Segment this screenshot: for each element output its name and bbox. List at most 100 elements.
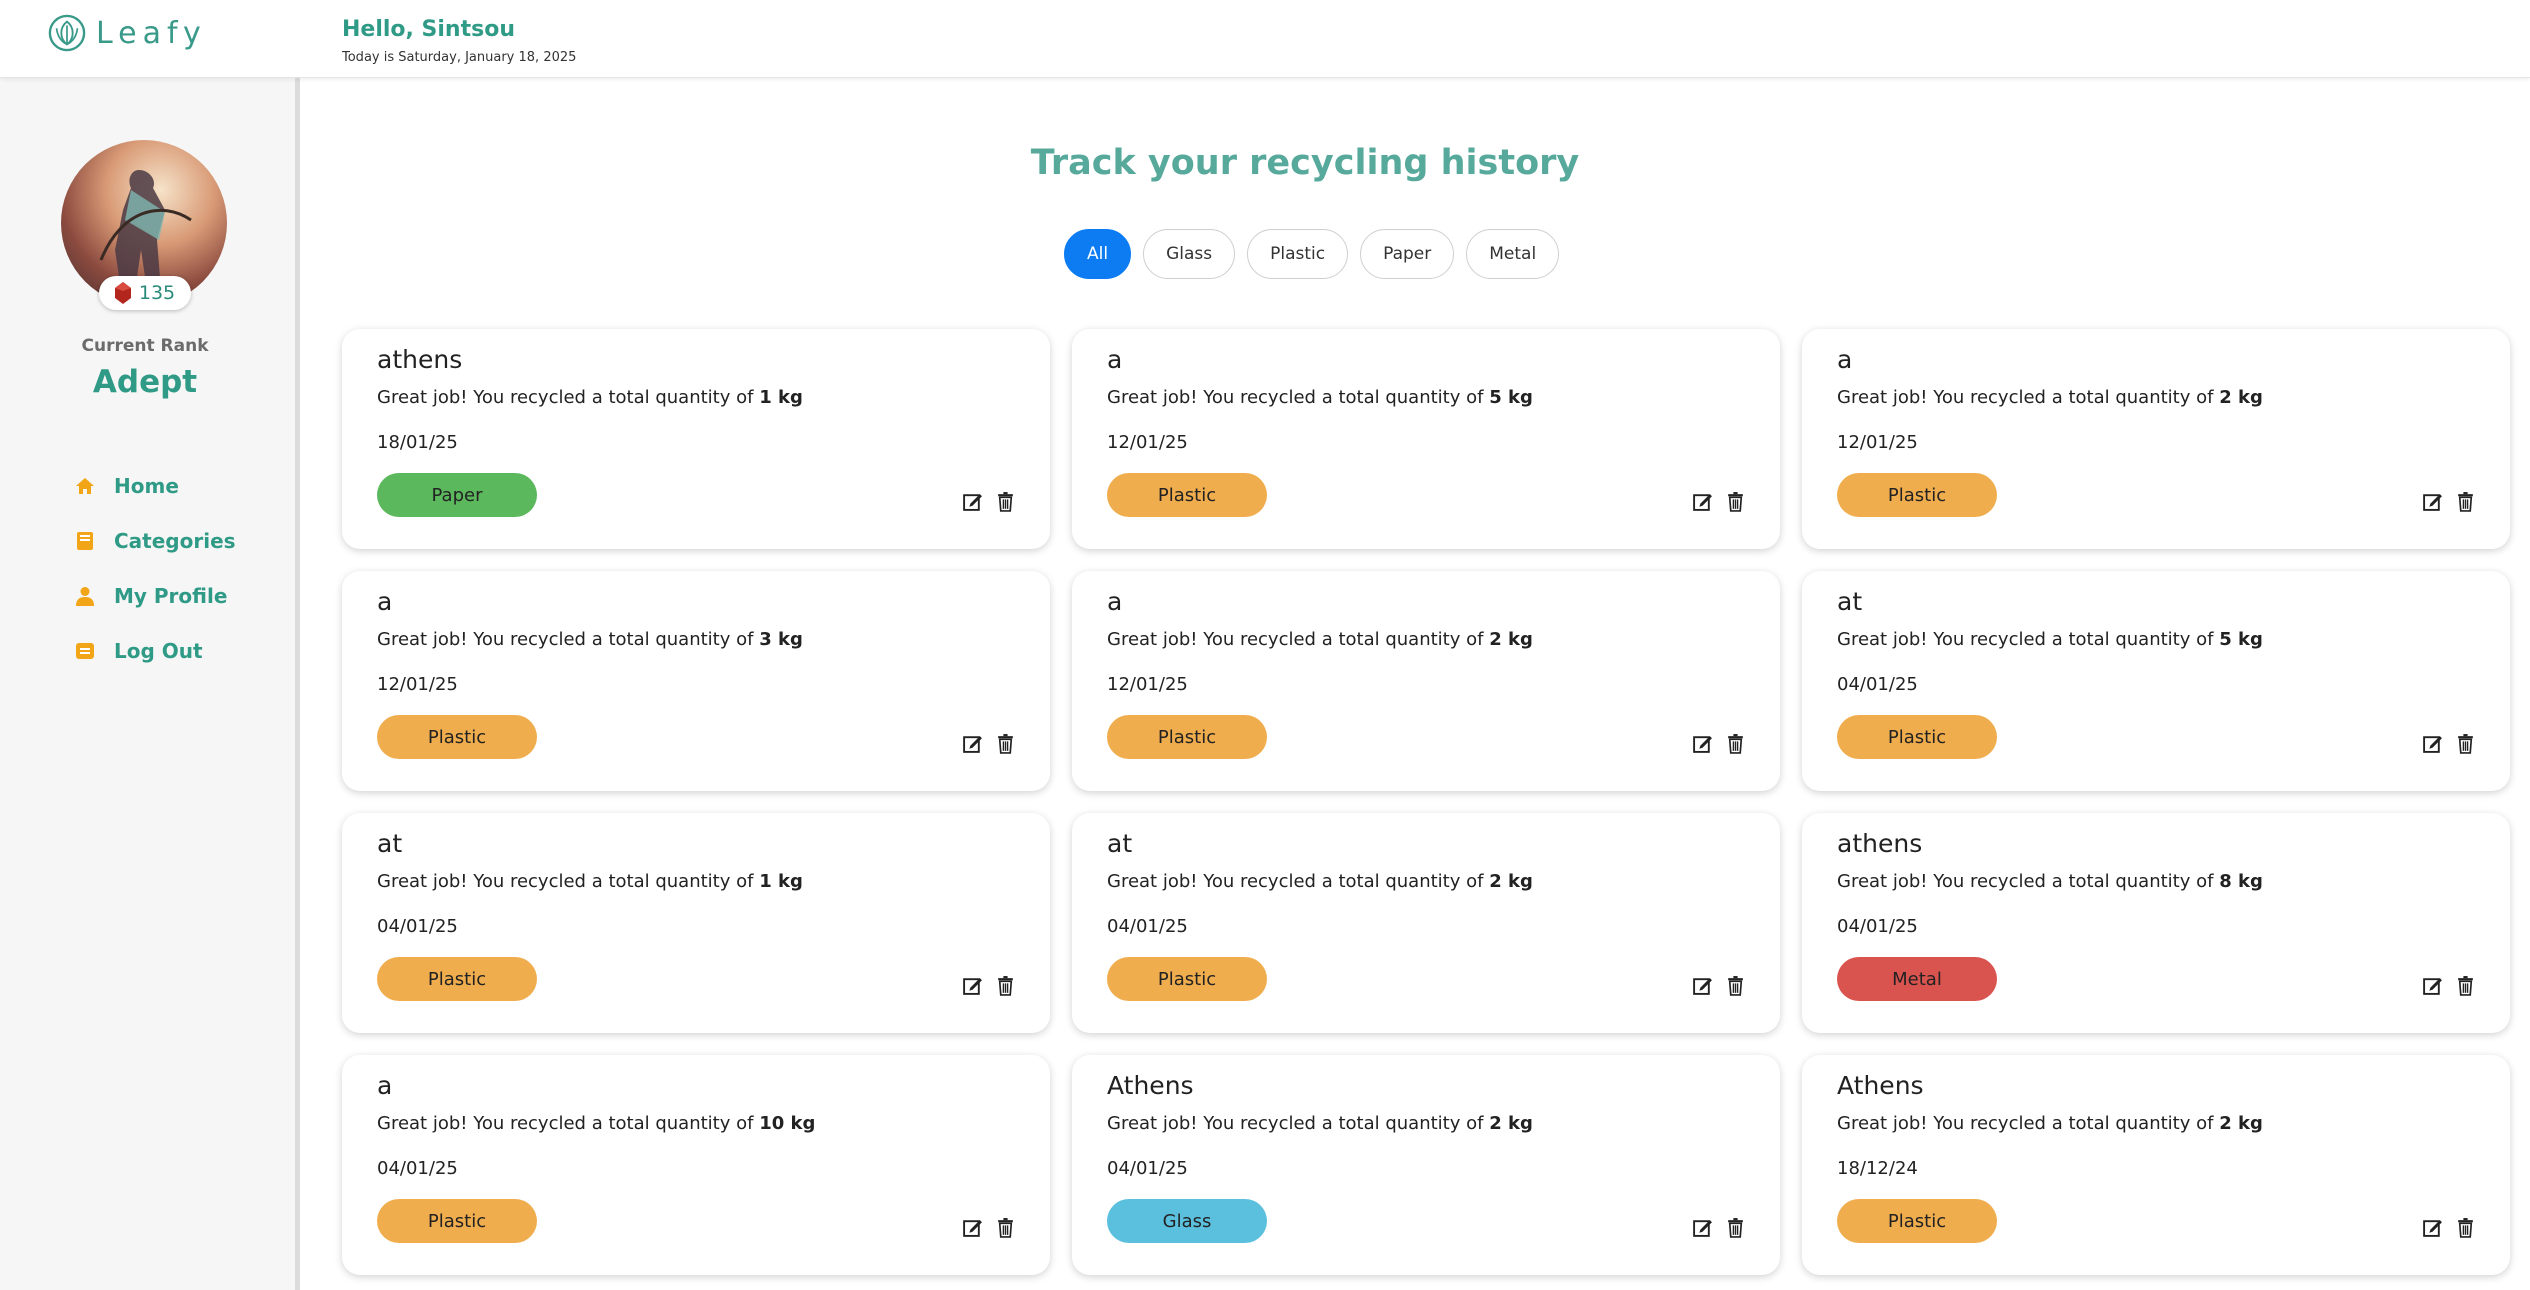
trash-icon[interactable] xyxy=(2455,491,2476,512)
sidebar-item-categories[interactable]: Categories xyxy=(74,513,236,568)
card-date: 04/01/25 xyxy=(1837,916,1918,937)
card-title: a xyxy=(1107,587,1123,616)
filter-metal-button[interactable]: Metal xyxy=(1466,229,1560,279)
rank-value: Adept xyxy=(92,364,198,400)
trash-icon[interactable] xyxy=(995,733,1016,754)
page-title: Track your recycling history xyxy=(1030,143,1580,183)
edit-icon[interactable] xyxy=(1692,1217,1713,1238)
card-actions xyxy=(962,1217,1016,1238)
sidebar-item-my-profile[interactable]: My Profile xyxy=(74,568,236,623)
card-message-text: Great job! You recycled a total quantity… xyxy=(1107,387,1484,408)
card-message-text: Great job! You recycled a total quantity… xyxy=(1837,871,2214,892)
trash-icon[interactable] xyxy=(2455,733,2476,754)
card-message: Great job! You recycled a total quantity… xyxy=(1837,629,2263,650)
card-actions xyxy=(962,975,1016,996)
card-message-text: Great job! You recycled a total quantity… xyxy=(1837,1113,2214,1134)
card-date: 12/01/25 xyxy=(1837,432,1918,453)
card-quantity: 10 kg xyxy=(759,1113,816,1134)
category-tag: Plastic xyxy=(1837,473,1997,517)
category-tag: Metal xyxy=(1837,957,1997,1001)
category-tag: Plastic xyxy=(377,715,537,759)
trash-icon[interactable] xyxy=(1725,1217,1746,1238)
card-quantity: 5 kg xyxy=(2219,629,2263,650)
card-actions xyxy=(2422,975,2476,996)
card-title: Athens xyxy=(1107,1071,1194,1100)
card-message: Great job! You recycled a total quantity… xyxy=(377,1113,815,1134)
leaf-logo-icon xyxy=(48,14,86,52)
edit-icon[interactable] xyxy=(2422,733,2443,754)
edit-icon[interactable] xyxy=(2422,975,2443,996)
category-tag: Plastic xyxy=(1107,473,1267,517)
edit-icon[interactable] xyxy=(1692,733,1713,754)
card-message-text: Great job! You recycled a total quantity… xyxy=(377,629,754,650)
card-message: Great job! You recycled a total quantity… xyxy=(1107,387,1533,408)
filter-all-button[interactable]: All xyxy=(1064,229,1132,279)
card-date: 04/01/25 xyxy=(1837,674,1918,695)
edit-icon[interactable] xyxy=(962,733,983,754)
category-tag: Paper xyxy=(377,473,537,517)
card-title: athens xyxy=(1837,829,1923,858)
card-quantity: 3 kg xyxy=(759,629,803,650)
sidebar: 135 Current Rank Adept Home Categories M… xyxy=(0,78,300,1290)
history-card: Athens Great job! You recycled a total q… xyxy=(1072,1055,1780,1275)
edit-icon[interactable] xyxy=(962,1217,983,1238)
category-tag: Plastic xyxy=(1837,715,1997,759)
card-message-text: Great job! You recycled a total quantity… xyxy=(377,871,754,892)
filter-paper-button[interactable]: Paper xyxy=(1360,229,1455,279)
card-quantity: 1 kg xyxy=(759,871,803,892)
sidebar-item-label: Log Out xyxy=(114,638,203,663)
history-card: a Great job! You recycled a total quanti… xyxy=(1802,329,2510,549)
card-title: at xyxy=(1107,829,1133,858)
filter-plastic-button[interactable]: Plastic xyxy=(1247,229,1349,279)
card-title: a xyxy=(377,1071,393,1100)
card-message-text: Great job! You recycled a total quantity… xyxy=(377,1113,754,1134)
edit-icon[interactable] xyxy=(1692,491,1713,512)
points-badge: 135 xyxy=(99,276,191,310)
history-card: a Great job! You recycled a total quanti… xyxy=(342,571,1050,791)
edit-icon[interactable] xyxy=(2422,1217,2443,1238)
trash-icon[interactable] xyxy=(2455,1217,2476,1238)
history-card: at Great job! You recycled a total quant… xyxy=(1802,571,2510,791)
category-filters: All Glass Plastic Paper Metal xyxy=(1064,229,1560,279)
edit-icon[interactable] xyxy=(2422,491,2443,512)
card-quantity: 2 kg xyxy=(1489,871,1533,892)
category-tag: Plastic xyxy=(1107,957,1267,1001)
trash-icon[interactable] xyxy=(1725,491,1746,512)
sidebar-item-log-out[interactable]: Log Out xyxy=(74,623,236,678)
card-actions xyxy=(2422,1217,2476,1238)
card-title: Athens xyxy=(1837,1071,1924,1100)
card-date: 12/01/25 xyxy=(377,674,458,695)
history-card: at Great job! You recycled a total quant… xyxy=(1072,813,1780,1033)
history-card: athens Great job! You recycled a total q… xyxy=(342,329,1050,549)
points-value: 135 xyxy=(138,282,176,304)
card-message: Great job! You recycled a total quantity… xyxy=(1837,387,2263,408)
history-card: at Great job! You recycled a total quant… xyxy=(342,813,1050,1033)
edit-icon[interactable] xyxy=(962,975,983,996)
history-card: athens Great job! You recycled a total q… xyxy=(1802,813,2510,1033)
card-actions xyxy=(1692,491,1746,512)
user-icon xyxy=(74,585,96,607)
trash-icon[interactable] xyxy=(995,1217,1016,1238)
card-message: Great job! You recycled a total quantity… xyxy=(377,387,803,408)
trash-icon[interactable] xyxy=(1725,733,1746,754)
card-date: 04/01/25 xyxy=(377,1158,458,1179)
category-tag: Plastic xyxy=(377,1199,537,1243)
trash-icon[interactable] xyxy=(1725,975,1746,996)
app-logo[interactable]: Leafy xyxy=(48,14,207,52)
card-title: at xyxy=(377,829,403,858)
sidebar-item-home[interactable]: Home xyxy=(74,458,236,513)
history-card: a Great job! You recycled a total quanti… xyxy=(1072,571,1780,791)
card-actions xyxy=(962,733,1016,754)
card-title: athens xyxy=(377,345,463,374)
card-actions xyxy=(2422,733,2476,754)
card-quantity: 2 kg xyxy=(1489,1113,1533,1134)
trash-icon[interactable] xyxy=(995,491,1016,512)
card-date: 04/01/25 xyxy=(1107,1158,1188,1179)
edit-icon[interactable] xyxy=(1692,975,1713,996)
category-tag: Glass xyxy=(1107,1199,1267,1243)
filter-glass-button[interactable]: Glass xyxy=(1143,229,1236,279)
brand-name: Leafy xyxy=(96,15,207,51)
trash-icon[interactable] xyxy=(995,975,1016,996)
edit-icon[interactable] xyxy=(962,491,983,512)
trash-icon[interactable] xyxy=(2455,975,2476,996)
